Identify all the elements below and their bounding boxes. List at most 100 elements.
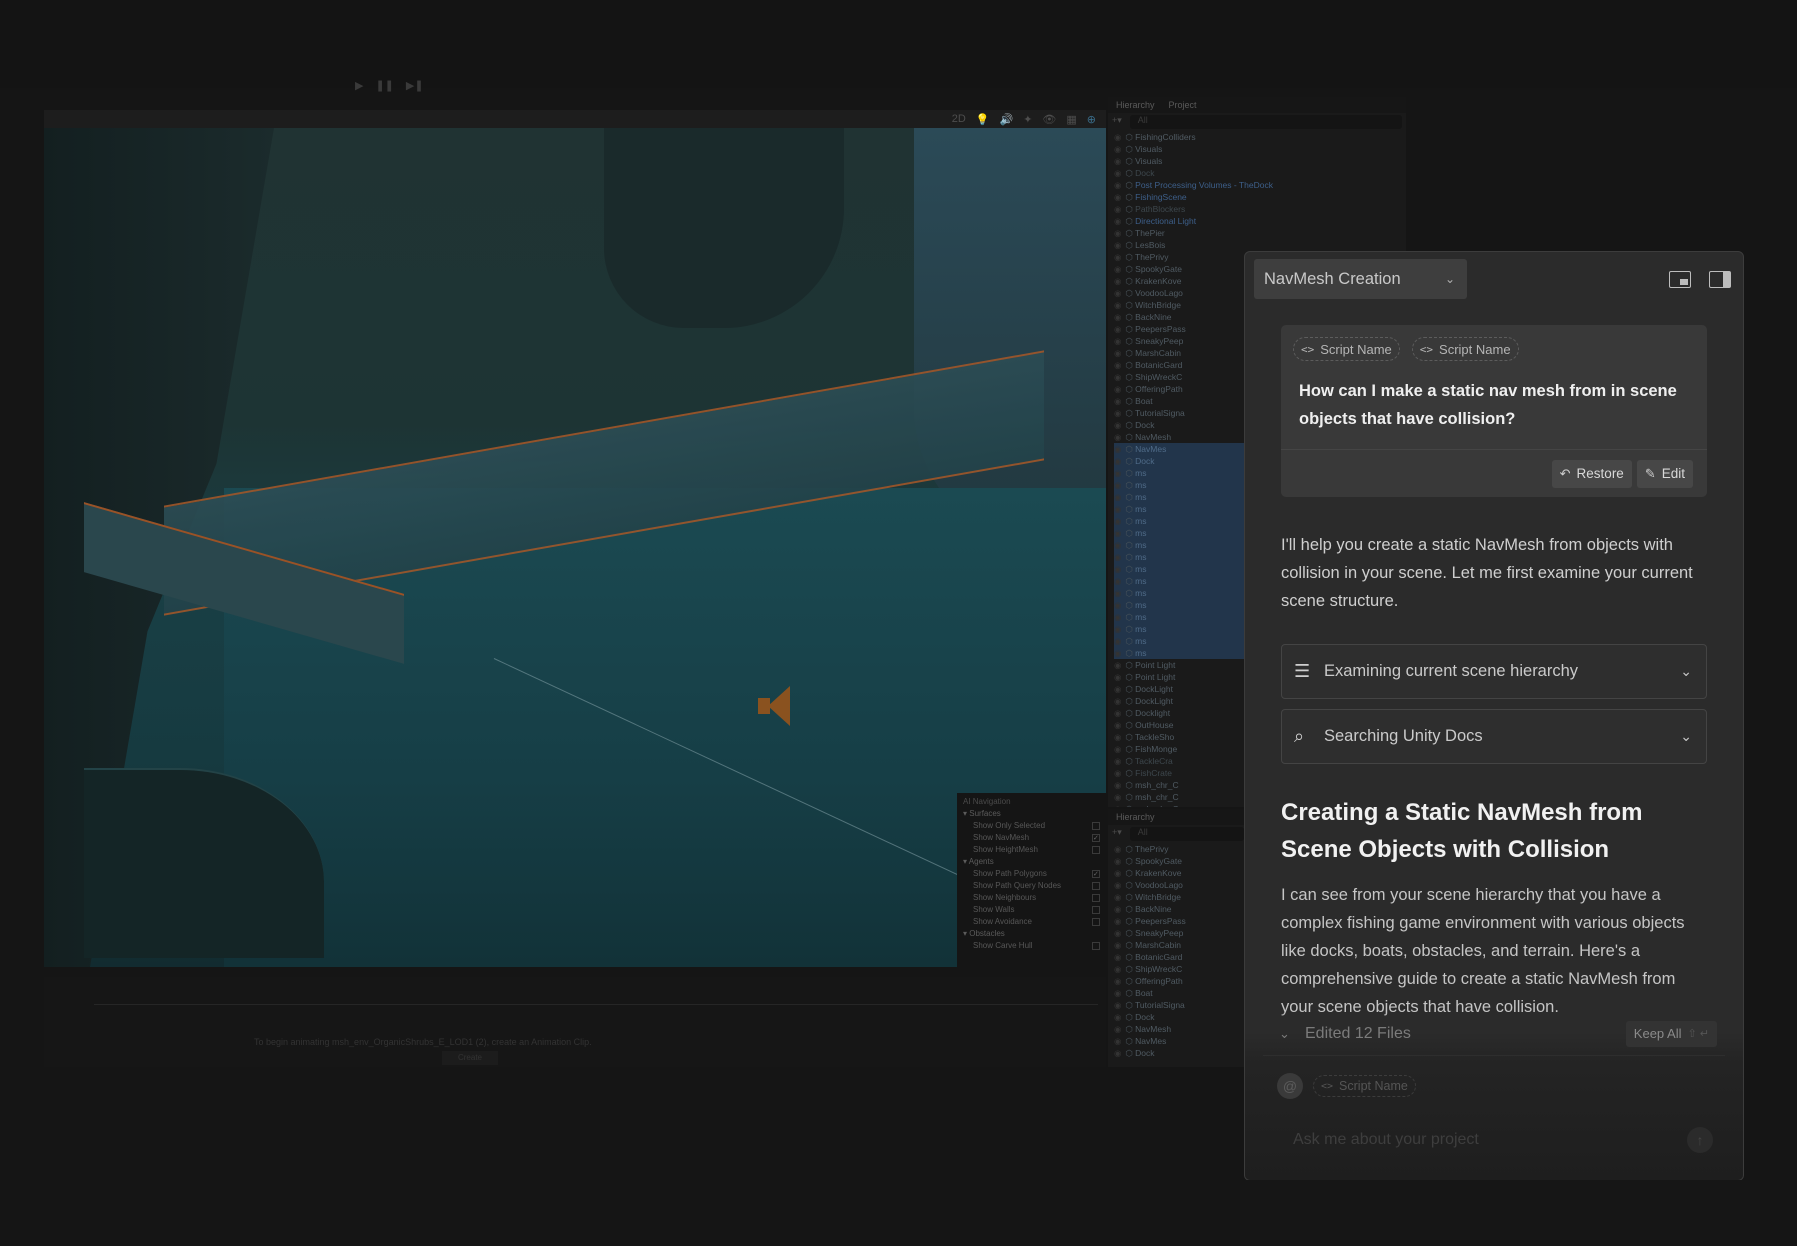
hierarchy-item[interactable]: ◉ ⬡ ShipWreckC bbox=[1114, 963, 1248, 975]
chevron-down-icon: ⌄ bbox=[1444, 272, 1455, 286]
scene-tool-icon[interactable]: 🔊 bbox=[999, 113, 1013, 126]
tool-call-hierarchy[interactable]: ☰ Examining current scene hierarchy ⌄ bbox=[1281, 644, 1707, 699]
keep-all-button[interactable]: Keep All ⇧ ↵ bbox=[1625, 1020, 1717, 1047]
ai-navigation-section[interactable]: ▾ Surfaces bbox=[963, 808, 1100, 820]
tool-call-docs[interactable]: ⌕ Searching Unity Docs ⌄ bbox=[1281, 709, 1707, 764]
gameobject-icon: ⬡ bbox=[1123, 192, 1136, 202]
hierarchy-item[interactable]: ◉ ⬡ Dock bbox=[1114, 1011, 1248, 1023]
scene-tool-icon[interactable]: 👁 bbox=[1042, 113, 1056, 126]
ai-navigation-option[interactable]: Show Path Query Nodes bbox=[963, 880, 1100, 892]
ai-navigation-option[interactable]: Show Avoidance bbox=[963, 916, 1100, 928]
ai-navigation-option[interactable]: Show NavMesh ✓ bbox=[963, 832, 1100, 844]
floating-window-icon[interactable] bbox=[1669, 270, 1691, 288]
add-icon[interactable]: +▾ bbox=[1112, 115, 1122, 129]
mention-icon[interactable]: @ bbox=[1277, 1073, 1303, 1099]
visibility-icon: ◉ bbox=[1114, 928, 1122, 938]
scene-tool-icon[interactable]: ⊕ bbox=[1087, 113, 1096, 126]
hierarchy-item[interactable]: ◉ ⬡ Boat bbox=[1114, 987, 1248, 999]
hierarchy-item[interactable]: ◉ ⬡ NavMesh bbox=[1114, 1023, 1248, 1035]
hierarchy-item[interactable]: ◉ ⬡ VoodooLago bbox=[1114, 879, 1248, 891]
hierarchy-item[interactable]: ◉ ⬡ PeepersPass bbox=[1114, 915, 1248, 927]
hierarchy-item[interactable]: ◉ ⬡ Post Processing Volumes - TheDock bbox=[1114, 179, 1406, 191]
hierarchy-item[interactable]: ◉ ⬡ Dock bbox=[1114, 167, 1406, 179]
ai-navigation-option[interactable]: Show Walls bbox=[963, 904, 1100, 916]
gameobject-icon: ⬡ bbox=[1123, 612, 1136, 622]
prompt-input[interactable] bbox=[1293, 1131, 1673, 1149]
send-icon[interactable]: ↑ bbox=[1687, 1127, 1713, 1153]
user-question: How can I make a static nav mesh from in… bbox=[1299, 382, 1677, 428]
hierarchy-item[interactable]: ◉ ⬡ MarshCabin bbox=[1114, 939, 1248, 951]
hierarchy-item[interactable]: ◉ ⬡ FishingColliders bbox=[1114, 131, 1406, 143]
ai-navigation-section[interactable]: ▾ Obstacles bbox=[963, 928, 1100, 940]
play-icon[interactable]: ▶ bbox=[355, 79, 363, 92]
hierarchy-item[interactable]: ◉ ⬡ Visuals bbox=[1114, 155, 1406, 167]
ai-navigation-option[interactable]: Show Path Polygons ✓ bbox=[963, 868, 1100, 880]
tab-project[interactable]: Project bbox=[1169, 97, 1197, 113]
scene-tool-icon[interactable]: ✦ bbox=[1023, 113, 1032, 126]
audio-source-icon[interactable] bbox=[758, 684, 792, 728]
play-controls[interactable]: ▶ ❚❚ ▶❚ bbox=[355, 79, 424, 92]
gameobject-icon: ⬡ bbox=[1123, 180, 1136, 190]
gameobject-icon: ⬡ bbox=[1123, 312, 1136, 322]
hierarchy-item[interactable]: ◉ ⬡ ThePier bbox=[1114, 227, 1406, 239]
hierarchy-item[interactable]: ◉ ⬡ KrakenKove bbox=[1114, 867, 1248, 879]
gameobject-icon: ⬡ bbox=[1123, 976, 1136, 986]
scene-tool-icon[interactable]: 💡 bbox=[976, 113, 990, 126]
hierarchy-item[interactable]: ◉ ⬡ FishingScene bbox=[1114, 191, 1406, 203]
conversation-select[interactable]: NavMesh Creation ⌄ bbox=[1254, 259, 1467, 299]
hierarchy-item[interactable]: ◉ ⬡ BotanicGard bbox=[1114, 951, 1248, 963]
visibility-icon: ◉ bbox=[1114, 600, 1122, 610]
hierarchy-item[interactable]: ◉ ⬡ BackNine bbox=[1114, 903, 1248, 915]
create-clip-button[interactable]: Create bbox=[442, 1051, 498, 1065]
hierarchy-item[interactable]: ◉ ⬡ ThePrivy bbox=[1114, 843, 1248, 855]
hierarchy-item[interactable]: ◉ ⬡ SpookyGate bbox=[1114, 855, 1248, 867]
keep-all-label: Keep All bbox=[1633, 1026, 1682, 1041]
hierarchy-item[interactable]: ◉ ⬡ NavMes bbox=[1114, 1035, 1248, 1047]
gameobject-icon: ⬡ bbox=[1123, 952, 1136, 962]
visibility-icon: ◉ bbox=[1114, 204, 1122, 214]
gameobject-icon: ⬡ bbox=[1123, 384, 1136, 394]
hierarchy-item[interactable]: ◉ ⬡ PathBlockers bbox=[1114, 203, 1406, 215]
context-chip[interactable]: <> Script Name bbox=[1293, 337, 1400, 361]
ai-navigation-section[interactable]: ▾ Agents bbox=[963, 856, 1100, 868]
hierarchy-item[interactable]: ◉ ⬡ TutorialSigna bbox=[1114, 999, 1248, 1011]
checkbox bbox=[1092, 822, 1100, 830]
visibility-icon: ◉ bbox=[1114, 168, 1122, 178]
visibility-icon: ◉ bbox=[1114, 132, 1122, 142]
add-icon[interactable]: +▾ bbox=[1112, 827, 1122, 841]
context-chip[interactable]: <> Script Name bbox=[1313, 1075, 1416, 1097]
hierarchy-item[interactable]: ◉ ⬡ OfferingPath bbox=[1114, 975, 1248, 987]
undo-icon: ↶ bbox=[1559, 465, 1571, 481]
gameobject-icon: ⬡ bbox=[1123, 288, 1136, 298]
tab-hierarchy[interactable]: Hierarchy bbox=[1116, 97, 1155, 113]
scene-tool-icon[interactable]: ▦ bbox=[1066, 113, 1076, 126]
step-icon[interactable]: ▶❚ bbox=[406, 79, 424, 92]
ai-navigation-option[interactable]: Show Neighbours bbox=[963, 892, 1100, 904]
edit-button[interactable]: ✎ Edit bbox=[1636, 459, 1693, 488]
edited-files-row[interactable]: ⌄ Edited 12 Files Keep All ⇧ ↵ bbox=[1263, 1012, 1725, 1056]
hierarchy-item[interactable]: ◉ ⬡ Directional Light bbox=[1114, 215, 1406, 227]
visibility-icon: ◉ bbox=[1114, 348, 1122, 358]
hierarchy-item[interactable]: ◉ ⬡ LesBois bbox=[1114, 239, 1406, 251]
hierarchy-search-secondary[interactable]: All bbox=[1129, 827, 1244, 841]
ai-navigation-option[interactable]: Show Carve Hull bbox=[963, 940, 1100, 952]
hierarchy-item[interactable]: ◉ ⬡ SneakyPeep bbox=[1114, 927, 1248, 939]
checkbox: ✓ bbox=[1092, 870, 1100, 878]
timeline-ruler[interactable] bbox=[94, 993, 1098, 1005]
hierarchy-item[interactable]: ◉ ⬡ WitchBridge bbox=[1114, 891, 1248, 903]
restore-button[interactable]: ↶ Restore bbox=[1551, 459, 1632, 488]
gameobject-icon: ⬡ bbox=[1123, 372, 1136, 382]
scene-view[interactable] bbox=[44, 128, 1106, 967]
visibility-icon: ◉ bbox=[1114, 780, 1122, 790]
hierarchy-search[interactable]: All bbox=[1129, 115, 1402, 129]
hierarchy-item[interactable]: ◉ ⬡ Dock bbox=[1114, 1047, 1248, 1059]
context-chip[interactable]: <> Script Name bbox=[1411, 337, 1519, 361]
ai-navigation-option[interactable]: Show HeightMesh bbox=[963, 844, 1100, 856]
ai-navigation-option[interactable]: Show Only Selected bbox=[963, 820, 1100, 832]
scene-tool-icon[interactable]: 2D bbox=[952, 113, 966, 126]
pause-icon[interactable]: ❚❚ bbox=[375, 79, 393, 92]
tab-hierarchy-secondary[interactable]: Hierarchy bbox=[1116, 809, 1155, 825]
hierarchy-item[interactable]: ◉ ⬡ Visuals bbox=[1114, 143, 1406, 155]
dock-sidebar-icon[interactable] bbox=[1709, 270, 1731, 288]
gameobject-icon: ⬡ bbox=[1123, 552, 1136, 562]
